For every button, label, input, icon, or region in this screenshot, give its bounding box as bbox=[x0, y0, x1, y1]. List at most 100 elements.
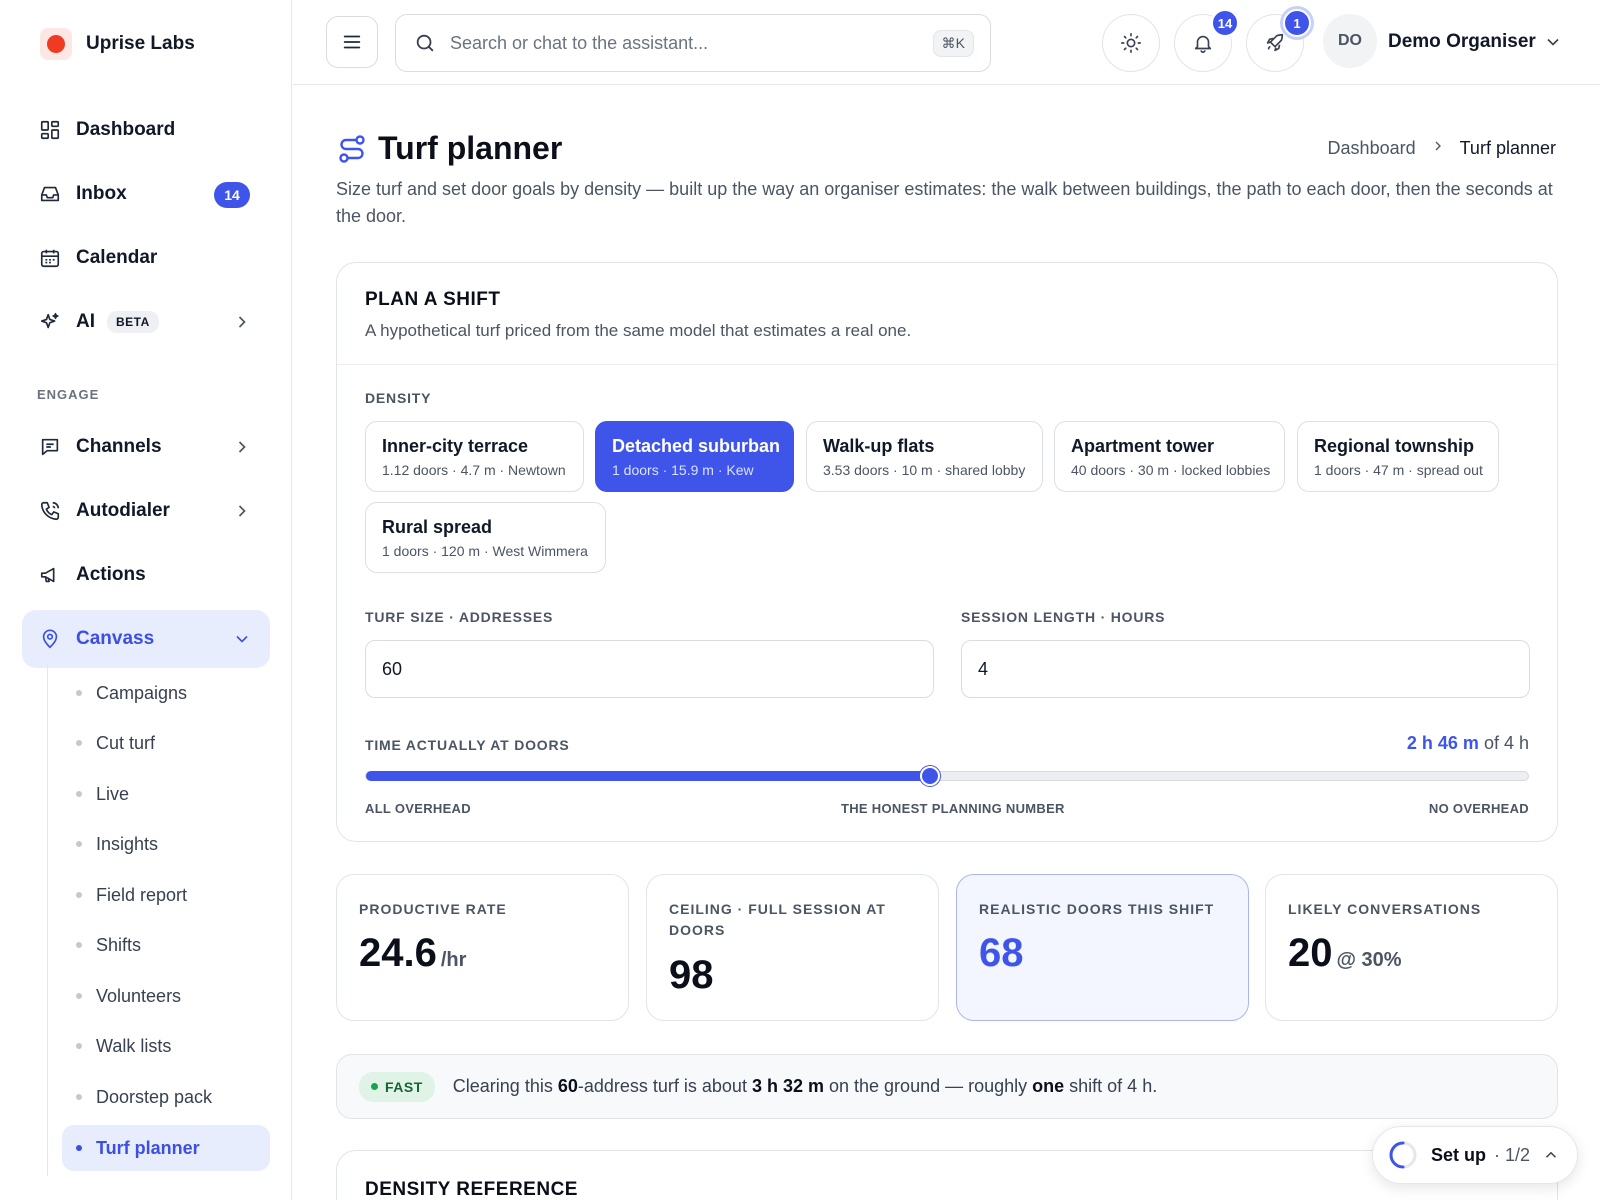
sidebar-item-canvass[interactable]: Canvass bbox=[22, 610, 270, 668]
session-length-input[interactable] bbox=[961, 640, 1530, 698]
brand-name: Uprise Labs bbox=[86, 33, 195, 54]
sidebar-subitem-campaigns[interactable]: Campaigns bbox=[62, 670, 270, 716]
calendar-icon bbox=[38, 246, 62, 270]
sidebar-item-label: Dashboard bbox=[76, 119, 176, 140]
chevron-right-icon bbox=[232, 501, 252, 521]
theme-toggle-button[interactable] bbox=[1102, 14, 1160, 72]
brand[interactable]: Uprise Labs bbox=[40, 28, 195, 60]
session-length-label: SESSION LENGTH · HOURS bbox=[961, 609, 1166, 625]
stat-number: 98 bbox=[669, 953, 714, 997]
slider-fill bbox=[366, 771, 930, 781]
sidebar-subitem-walk-lists[interactable]: Walk lists bbox=[62, 1023, 270, 1069]
page-description: Size turf and set door goals by density … bbox=[336, 179, 1553, 226]
density-meta: 40 doors · 30 m · locked lobbies bbox=[1071, 462, 1271, 478]
sidebar-item-ai[interactable]: AI BETA bbox=[22, 293, 270, 351]
slider-thumb[interactable] bbox=[919, 766, 940, 786]
density-name: Apartment tower bbox=[1071, 436, 1215, 456]
sidebar-subitem-turf-planner[interactable]: Turf planner bbox=[62, 1125, 270, 1171]
sidebar-item-actions[interactable]: Actions bbox=[22, 546, 270, 604]
dashboard-icon bbox=[38, 118, 62, 142]
sidebar-item-autodialer[interactable]: Autodialer bbox=[22, 482, 270, 540]
brand-logo-icon bbox=[40, 28, 72, 60]
sun-icon bbox=[1121, 33, 1141, 53]
slider-caption-right: NO OVERHEAD bbox=[1428, 801, 1529, 816]
chevron-right-icon bbox=[1430, 138, 1446, 159]
stat-label: LIKELY CONVERSATIONS bbox=[1288, 901, 1482, 917]
sidebar-item-label: Channels bbox=[76, 436, 162, 457]
user-name[interactable]: Demo Organiser bbox=[1388, 31, 1536, 53]
progress-ring-icon bbox=[1389, 1141, 1417, 1169]
launch-count-badge: 1 bbox=[1283, 9, 1311, 37]
setup-progress-button[interactable]: Set up · 1/2 bbox=[1372, 1126, 1578, 1184]
search-input[interactable] bbox=[450, 32, 890, 54]
sparkles-icon bbox=[38, 310, 62, 334]
menu-toggle-button[interactable] bbox=[326, 16, 378, 68]
chevron-down-icon[interactable] bbox=[1543, 32, 1563, 52]
stat-unit: @ 30% bbox=[1336, 949, 1402, 971]
summary-banner: FAST Clearing this 60-address turf is ab… bbox=[336, 1054, 1558, 1119]
sidebar-subitem-label: Live bbox=[96, 783, 130, 804]
breadcrumb-link-dashboard[interactable]: Dashboard bbox=[1328, 138, 1416, 159]
stat-label: CEILING · FULL SESSION AT DOORS bbox=[669, 901, 886, 938]
density-meta: 1 doors · 120 m · West Wimmera bbox=[382, 543, 588, 559]
stat-number: 20 bbox=[1288, 931, 1333, 975]
hamburger-icon bbox=[343, 35, 361, 49]
notifications-count-badge: 14 bbox=[1211, 9, 1239, 37]
sidebar-subitem-live[interactable]: Live bbox=[62, 771, 270, 817]
density-option-walk-up-flats[interactable]: Walk-up flats 3.53 doors · 10 m · shared… bbox=[806, 421, 1043, 492]
sidebar-item-label: Actions bbox=[76, 564, 146, 585]
summary-text-part: -address turf is about bbox=[577, 1076, 752, 1096]
density-option-apartment-tower[interactable]: Apartment tower 40 doors · 30 m · locked… bbox=[1054, 421, 1285, 492]
bullet-dot bbox=[76, 942, 82, 948]
sidebar-subitem-cut-turf[interactable]: Cut turf bbox=[62, 720, 270, 766]
chevron-up-icon bbox=[1546, 1151, 1557, 1158]
sidebar-subitem-label: Shifts bbox=[96, 934, 142, 955]
shortcut-hint: ⌘K bbox=[932, 30, 974, 57]
time-at-doors-of: of 4 h bbox=[1483, 733, 1529, 753]
stat-value: 68 bbox=[979, 931, 1024, 976]
avatar[interactable]: DO bbox=[1323, 14, 1377, 68]
summary-shift-count: one bbox=[1032, 1076, 1065, 1096]
sidebar-item-label: AI bbox=[76, 311, 95, 332]
density-option-inner-city-terrace[interactable]: Inner-city terrace 1.12 doors · 4.7 m · … bbox=[365, 421, 584, 492]
rocket-icon bbox=[1266, 33, 1284, 52]
map-pin-icon bbox=[38, 627, 62, 651]
sidebar-subitem-label: Insights bbox=[96, 833, 159, 854]
sidebar-item-dashboard[interactable]: Dashboard bbox=[22, 101, 270, 159]
sidebar-subitem-insights[interactable]: Insights bbox=[62, 821, 270, 867]
search-bar[interactable]: ⌘K bbox=[395, 14, 991, 72]
sidebar-item-calendar[interactable]: Calendar bbox=[22, 229, 270, 287]
summary-text-part: shift of 4 h. bbox=[1064, 1076, 1158, 1096]
time-at-doors-label: TIME ACTUALLY AT DOORS bbox=[365, 737, 570, 753]
sidebar-item-inbox[interactable]: Inbox 14 bbox=[22, 165, 270, 223]
sidebar-subitem-shifts[interactable]: Shifts bbox=[62, 922, 270, 968]
sidebar-subitem-field-report[interactable]: Field report bbox=[62, 872, 270, 918]
turf-size-input[interactable] bbox=[365, 640, 934, 698]
bullet-dot bbox=[76, 841, 82, 847]
sidebar-item-label: Autodialer bbox=[76, 500, 170, 521]
time-at-doors-value: 2 h 46 m bbox=[1406, 733, 1479, 753]
density-option-rural-spread[interactable]: Rural spread 1 doors · 120 m · West Wimm… bbox=[365, 502, 606, 573]
sidebar-subitem-label: Field report bbox=[96, 884, 188, 905]
density-option-detached-suburban[interactable]: Detached suburban 1 doors · 15.9 m · Kew bbox=[595, 421, 794, 492]
time-at-doors-readout: 2 h 46 m of 4 h bbox=[1407, 733, 1529, 754]
bullet-dot bbox=[76, 740, 82, 746]
card-subtitle: A hypothetical turf priced from the same… bbox=[365, 321, 912, 340]
stat-ceiling: CEILING · FULL SESSION AT DOORS 98 bbox=[646, 874, 939, 1021]
notifications-button[interactable]: 14 bbox=[1174, 9, 1239, 72]
summary-addresses: 60 bbox=[557, 1076, 578, 1096]
submenu-guide-line bbox=[47, 664, 48, 1176]
time-at-doors-slider[interactable] bbox=[365, 766, 1529, 786]
density-option-regional-township[interactable]: Regional township 1 doors · 47 m · sprea… bbox=[1297, 421, 1499, 492]
density-meta: 1.12 doors · 4.7 m · Newtown bbox=[382, 462, 566, 478]
slider-caption-left: ALL OVERHEAD bbox=[365, 801, 471, 816]
sidebar-item-label: Canvass bbox=[76, 628, 155, 649]
sidebar-item-channels[interactable]: Channels bbox=[22, 418, 270, 476]
plan-shift-card: PLAN A SHIFT A hypothetical turf priced … bbox=[336, 262, 1558, 842]
density-name: Regional township bbox=[1314, 436, 1474, 456]
sidebar-subitem-volunteers[interactable]: Volunteers bbox=[62, 973, 270, 1019]
launch-button[interactable]: 1 bbox=[1246, 9, 1311, 72]
sidebar-subitem-doorstep-pack[interactable]: Doorstep pack bbox=[62, 1074, 270, 1120]
density-name: Walk-up flats bbox=[823, 436, 935, 456]
setup-progress: · 1/2 bbox=[1494, 1144, 1531, 1165]
